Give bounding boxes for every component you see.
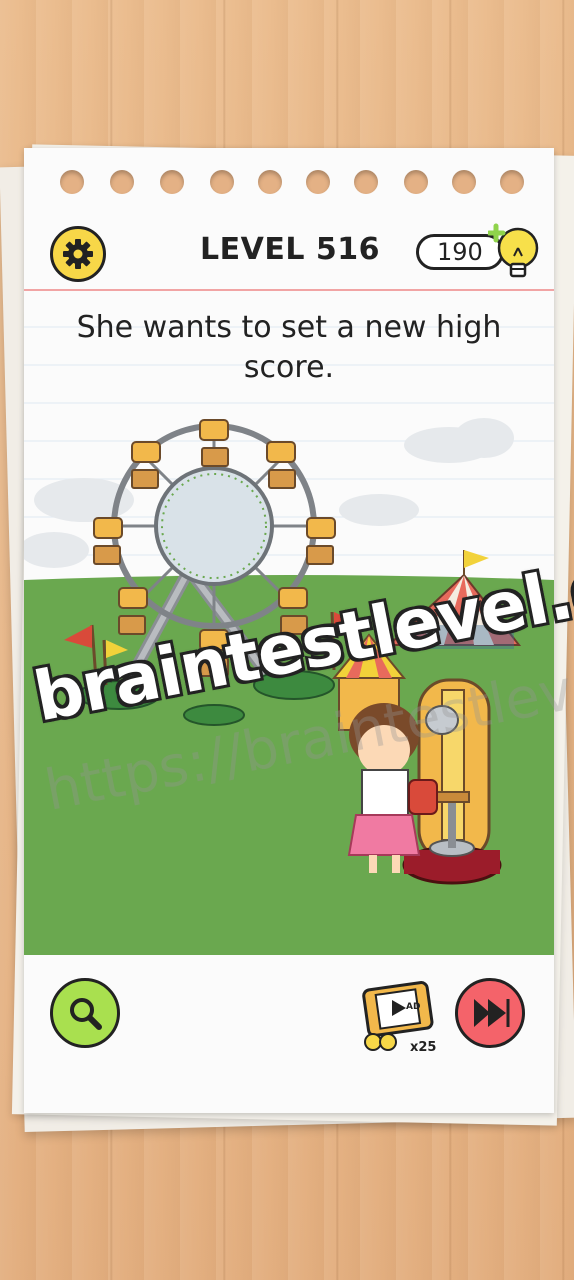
question-line-1: She wants to set a new high [76,310,502,345]
coin-count: 190 [437,238,483,266]
binder-holes [60,170,530,210]
margin-line [24,289,554,291]
ad-badge: AD [406,1002,421,1012]
question-line-2: score. [243,350,335,385]
level-title: LEVEL 516 [200,232,381,267]
ad-reward-count: x25 [410,1040,437,1055]
fast-forward-icon [474,999,510,1027]
question-text: She wants to set a new high score. [44,308,534,388]
skip-level-button[interactable] [455,978,525,1048]
lightbulb-plus-icon[interactable] [488,220,542,282]
hint-button[interactable] [50,978,120,1048]
settings-button[interactable] [50,226,106,282]
magnifier-icon [70,998,102,1030]
gear-icon [63,239,93,269]
